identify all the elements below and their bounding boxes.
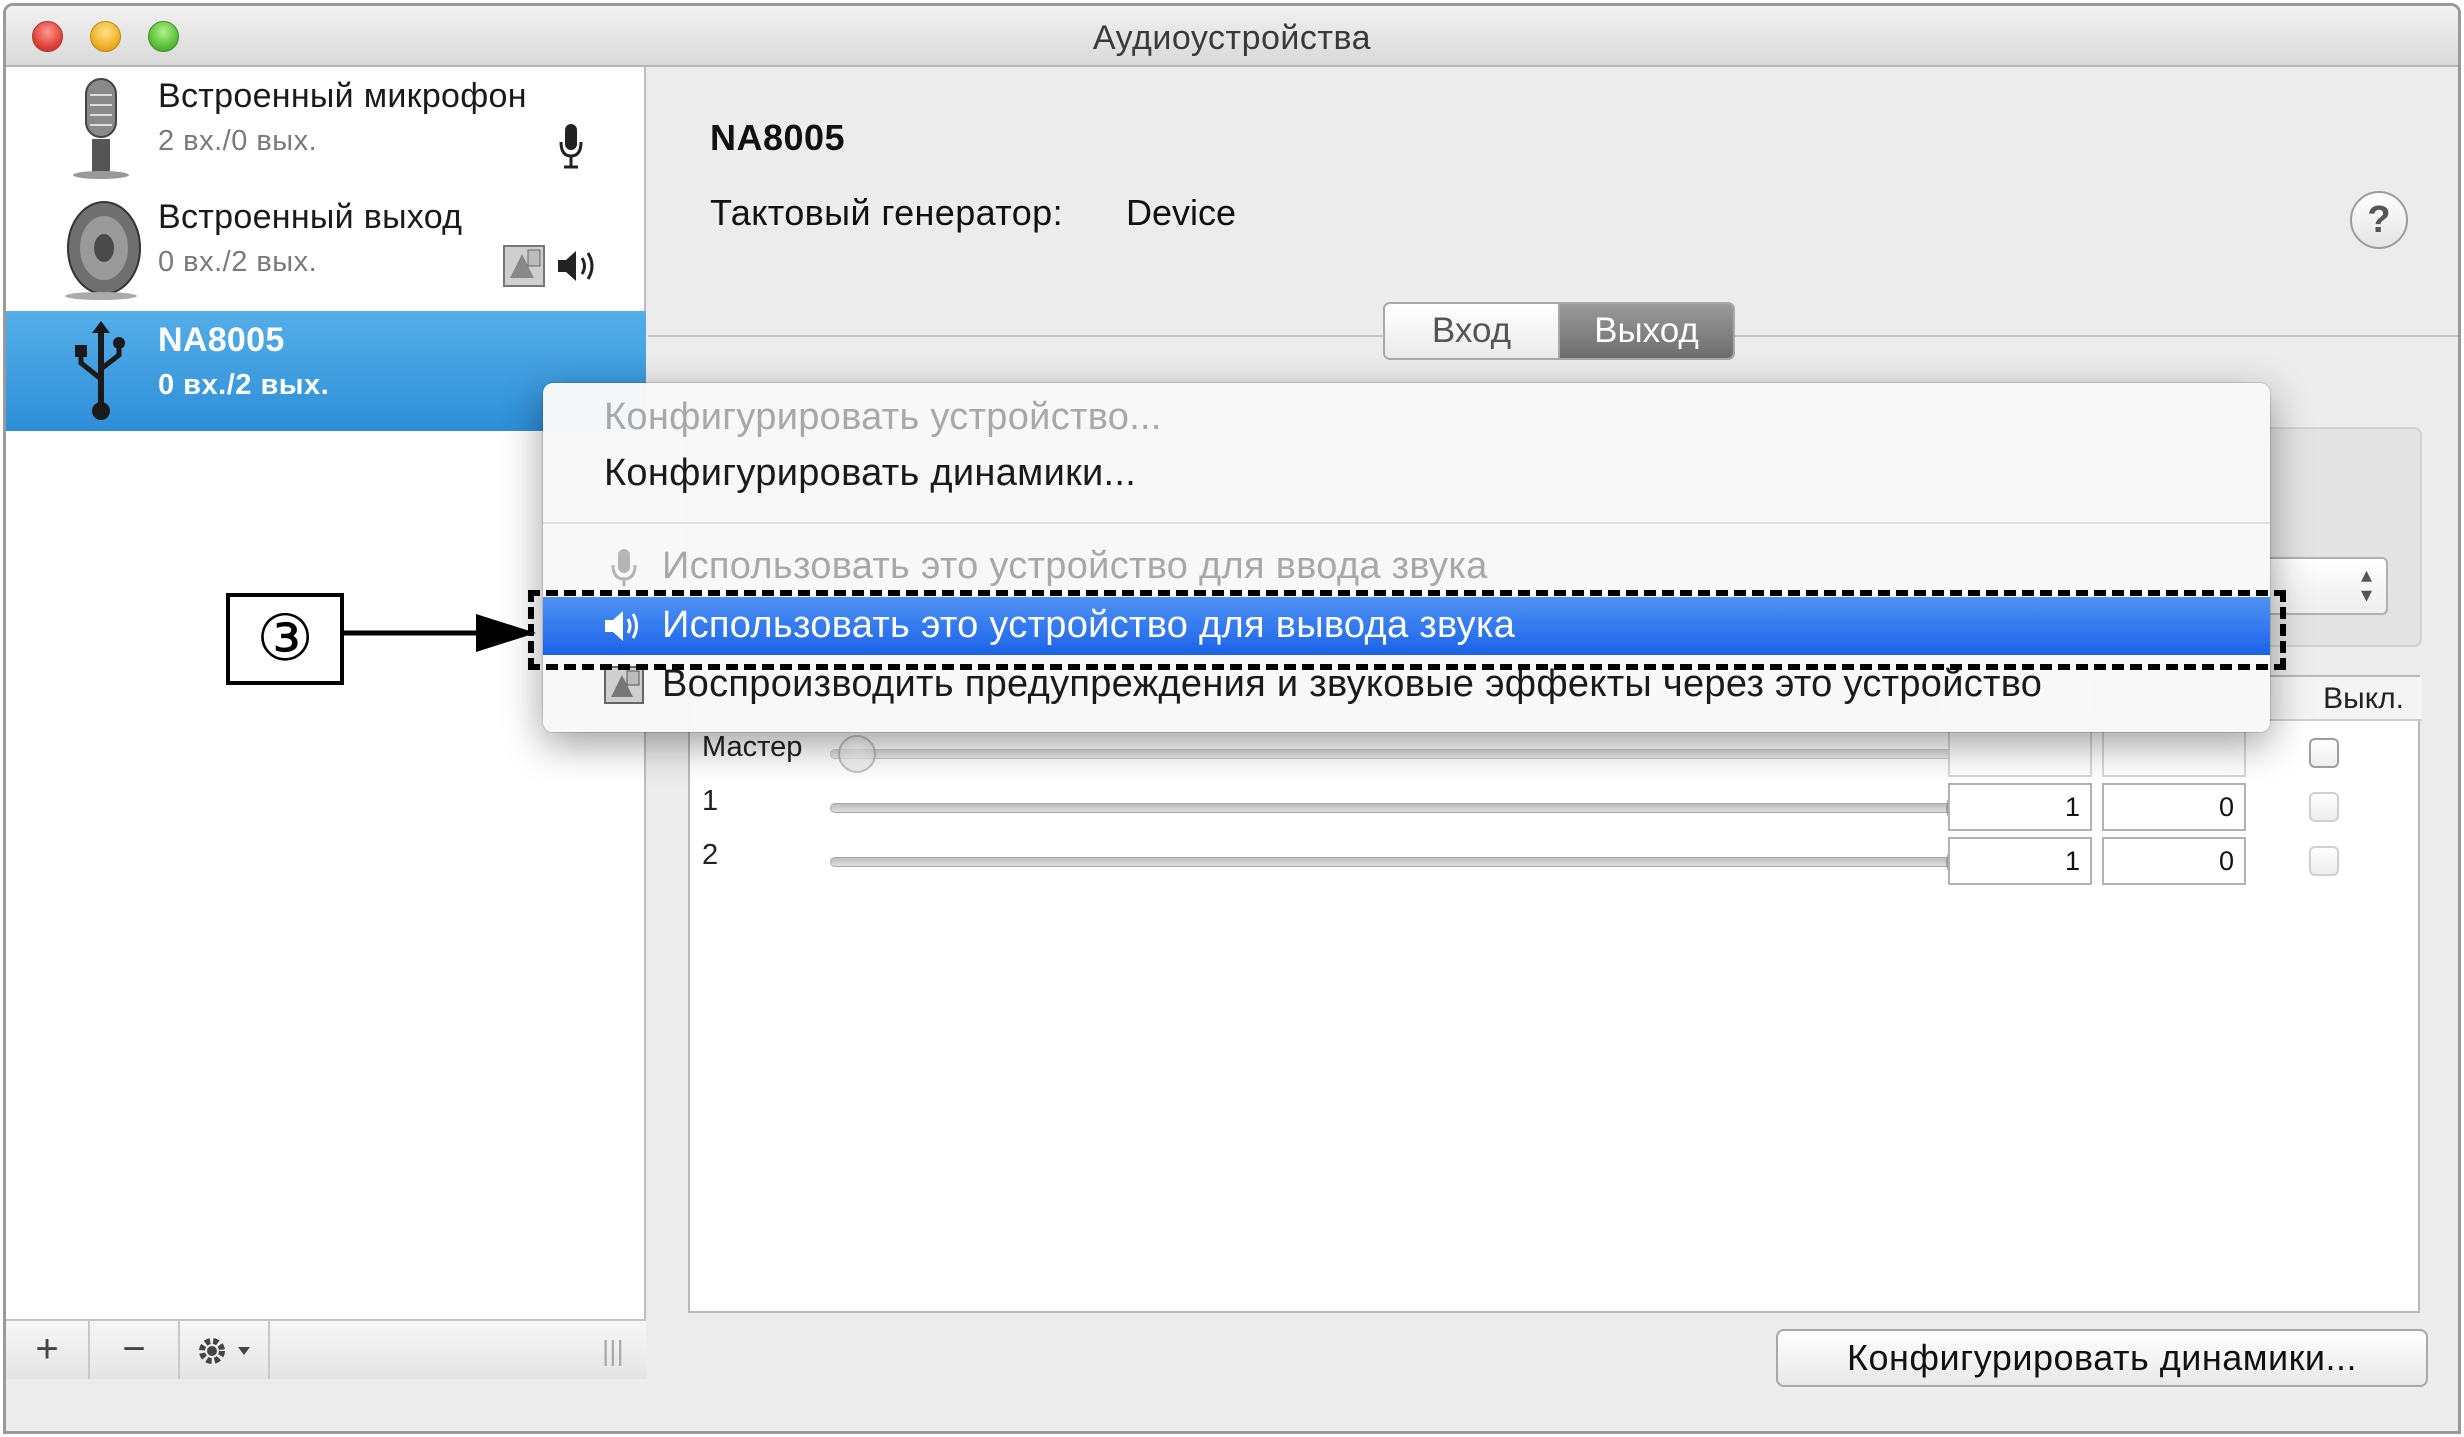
channel-volume-table: Выкл. Мастер 1 1 0 2 1 0 [688, 675, 2422, 1313]
menu-item-label: Конфигурировать устройство... [604, 396, 1162, 438]
add-device-button[interactable]: + [6, 1321, 90, 1379]
tab-input[interactable]: Вход [1385, 304, 1560, 358]
mute-checkbox[interactable] [2309, 792, 2339, 822]
step-arrow-icon [344, 614, 536, 652]
device-name: Встроенный микрофон [158, 77, 527, 115]
volume-db-field [2102, 729, 2246, 777]
device-detail-panel: NA8005 Тактовый генератор: Device ? Вход… [648, 67, 2458, 1431]
clock-source-value[interactable]: Device [1126, 192, 1236, 234]
volume-slider-track[interactable] [830, 803, 1974, 813]
clock-source-label: Тактовый генератор: [710, 192, 1064, 233]
device-context-menu: Конфигурировать устройство... Конфигурир… [543, 383, 2270, 732]
menu-item-label: Использовать это устройство для ввода зв… [662, 545, 1488, 587]
remove-device-button[interactable]: − [90, 1321, 180, 1379]
volume-value-field[interactable]: 1 [1948, 837, 2092, 885]
device-channels: 0 вх./2 вых. [158, 369, 330, 401]
device-channels: 0 вх./2 вых. [158, 246, 318, 278]
speaker-icon [65, 201, 141, 300]
alert-sound-badge-icon [503, 245, 545, 287]
volume-db-field[interactable]: 0 [2102, 837, 2246, 885]
device-name: NA8005 [158, 321, 285, 359]
channel-label: 1 [702, 785, 719, 817]
menu-item-configure-speakers[interactable]: Конфигурировать динамики... [543, 445, 2270, 503]
tab-output[interactable]: Выход [1560, 304, 1733, 358]
help-button[interactable]: ? [2350, 191, 2408, 249]
device-title: NA8005 [710, 117, 846, 158]
channel-row-master: Мастер [690, 729, 2422, 783]
popup-arrows-icon: ▴ ▾ [2360, 562, 2372, 607]
resize-grip-icon[interactable]: ||| [602, 1335, 624, 1367]
alert-sound-icon [604, 666, 644, 704]
device-name: Встроенный выход [158, 198, 463, 236]
device-channels: 2 вх./0 вых. [158, 125, 318, 157]
mute-header-label: Выкл. [2323, 682, 2404, 715]
menu-item-label: Конфигурировать динамики... [604, 452, 1137, 494]
annotation-highlight-box [528, 590, 2286, 670]
volume-db-field[interactable]: 0 [2102, 783, 2246, 831]
volume-value-field[interactable]: 1 [1948, 783, 2092, 831]
gear-menu-button[interactable] [180, 1321, 270, 1379]
microphone-icon [73, 78, 129, 179]
volume-value-field [1948, 729, 2092, 777]
speaker-badge-icon [558, 251, 594, 281]
microphone-icon [611, 549, 637, 586]
usb-icon [75, 321, 125, 420]
menu-separator [543, 522, 2270, 524]
io-tabs: Вход Выход [1383, 302, 1735, 360]
menu-item-use-for-input[interactable]: Использовать это устройство для ввода зв… [543, 538, 2270, 596]
menu-item-configure-device[interactable]: Конфигурировать устройство... [543, 389, 2270, 447]
volume-slider-track[interactable] [830, 857, 1974, 867]
channel-row-1: 1 1 0 [690, 783, 2422, 837]
titlebar: Аудиоустройства [6, 6, 2458, 67]
gear-icon [199, 1338, 250, 1364]
window-title: Аудиоустройства [1092, 19, 1372, 57]
volume-slider-knob[interactable] [838, 735, 876, 773]
configure-speakers-button[interactable]: Конфигурировать динамики... [1776, 1329, 2428, 1387]
mic-badge-icon [559, 124, 583, 169]
channel-row-2: 2 1 0 [690, 837, 2422, 891]
step-number-label: ③ [226, 593, 344, 685]
sidebar-toolbar: + − ||| [6, 1319, 646, 1379]
mute-checkbox[interactable] [2309, 846, 2339, 876]
channel-label: Мастер [702, 731, 803, 763]
channel-label: 2 [702, 839, 719, 871]
device-item-builtin-output[interactable]: Встроенный выход 0 вх./2 вых. [6, 188, 646, 308]
volume-slider-track[interactable] [830, 749, 1974, 759]
mute-checkbox[interactable] [2309, 738, 2339, 768]
device-item-builtin-mic[interactable]: Встроенный микрофон 2 вх./0 вых. [6, 67, 646, 187]
